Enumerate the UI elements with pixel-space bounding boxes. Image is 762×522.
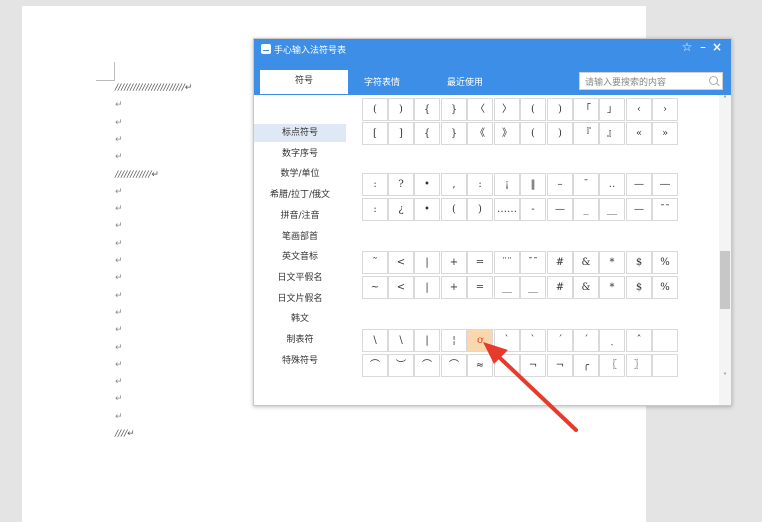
annotation-arrow	[483, 342, 578, 432]
arrow-shaft	[497, 355, 578, 432]
